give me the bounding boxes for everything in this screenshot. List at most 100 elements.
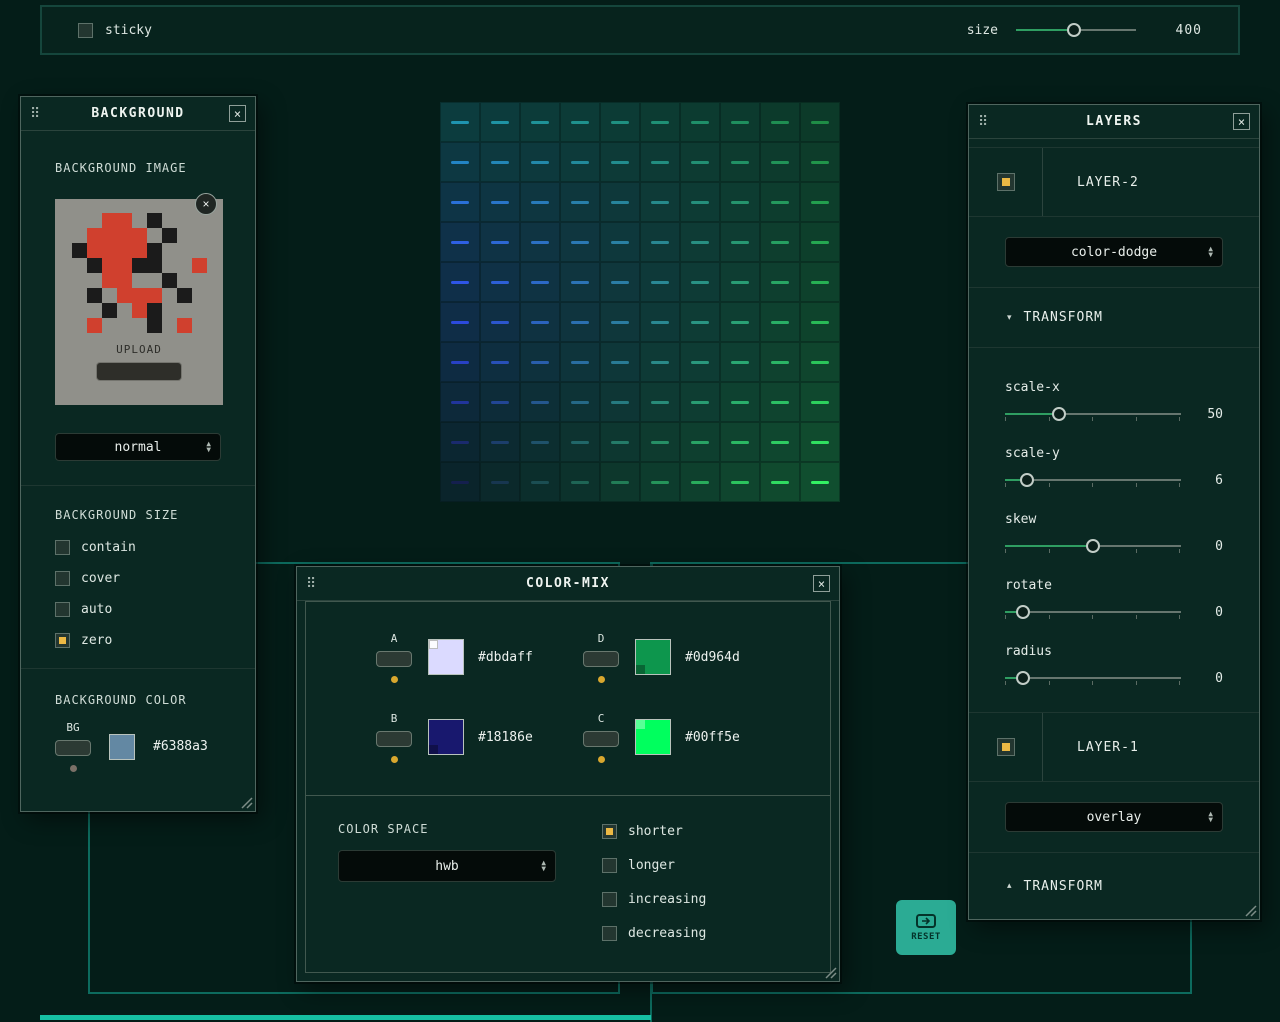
checkbox-icon[interactable] [55, 571, 70, 586]
grid-cell [440, 422, 480, 462]
grid-cell-dash [771, 281, 789, 284]
option-longer[interactable]: longer [602, 858, 706, 873]
grid-cell [480, 422, 520, 462]
checkbox-icon[interactable] [55, 633, 70, 648]
grid-cell [760, 262, 800, 302]
grid-cell [680, 262, 720, 302]
slider-radius[interactable] [1005, 669, 1181, 687]
option-decreasing[interactable]: decreasing [602, 926, 706, 941]
slider-thumb[interactable] [1086, 539, 1100, 553]
slider-thumb[interactable] [1020, 473, 1034, 487]
grid-cell [800, 182, 840, 222]
close-icon[interactable]: × [813, 575, 830, 592]
background-blend-value: normal [115, 440, 162, 455]
grid-cell [720, 302, 760, 342]
layer-2-blend-select[interactable]: color-dodge ▲▼ [1005, 237, 1223, 267]
grid-cell [720, 182, 760, 222]
size-slider[interactable] [1016, 21, 1136, 39]
option-contain[interactable]: contain [55, 540, 221, 555]
grid-cell [440, 262, 480, 302]
option-increasing[interactable]: increasing [602, 892, 706, 907]
layer-2-transform-toggle[interactable]: ▾ TRANSFORM [969, 288, 1259, 347]
checkbox-icon[interactable] [602, 892, 617, 907]
bg-color-swatch[interactable] [109, 734, 135, 760]
slider-label: radius [1005, 644, 1223, 659]
layer-1-transform-toggle[interactable]: ▴ TRANSFORM [969, 853, 1259, 919]
slider-thumb[interactable] [1052, 407, 1066, 421]
reset-button[interactable]: RESET [896, 900, 956, 955]
grid-cell [760, 462, 800, 502]
option-auto[interactable]: auto [55, 602, 221, 617]
color-space-select[interactable]: hwb ▲▼ [338, 850, 556, 882]
slider-ticks [1005, 615, 1179, 620]
layer-2-toggle[interactable] [997, 173, 1015, 191]
slider-scale-y[interactable] [1005, 471, 1181, 489]
checkbox-icon[interactable] [602, 858, 617, 873]
grid-cell-dash [531, 321, 549, 324]
upload-button[interactable] [96, 362, 182, 381]
slider-skew[interactable] [1005, 537, 1181, 555]
option-zero[interactable]: zero [55, 633, 221, 648]
grid-cell [680, 102, 720, 142]
option-cover[interactable]: cover [55, 571, 221, 586]
slot-key: A [391, 632, 398, 645]
drag-handle-icon[interactable]: ⠿ [30, 106, 40, 122]
grid-cell [560, 422, 600, 462]
color-slot-button[interactable] [376, 651, 412, 667]
grid-cell [760, 182, 800, 222]
grid-cell [800, 382, 840, 422]
color-swatch-b[interactable] [428, 719, 464, 755]
color-entry-c: C #00ff5e [583, 712, 790, 762]
slot-key: C [598, 712, 605, 725]
color-swatch-a[interactable] [428, 639, 464, 675]
close-icon[interactable]: × [229, 105, 246, 122]
grid-cell-dash [491, 161, 509, 164]
grid-cell [440, 142, 480, 182]
grid-cell [800, 422, 840, 462]
option-shorter[interactable]: shorter [602, 824, 706, 839]
color-mix-panel: ⠿ COLOR-MIX × A #dbdaff D [296, 566, 840, 982]
bg-slot-button[interactable] [55, 740, 91, 756]
divider [21, 485, 255, 486]
slider-track[interactable] [1005, 611, 1181, 613]
checkbox-icon[interactable] [602, 824, 617, 839]
slider-value: 0 [1189, 539, 1223, 554]
color-slot-button[interactable] [583, 651, 619, 667]
grid-cell [800, 462, 840, 502]
color-slot-button[interactable] [583, 731, 619, 747]
drag-handle-icon[interactable]: ⠿ [978, 114, 988, 130]
layer-1-toggle[interactable] [997, 738, 1015, 756]
grid-cell [440, 222, 480, 262]
resize-handle[interactable] [241, 797, 253, 809]
layer-1-blend-select[interactable]: overlay ▲▼ [1005, 802, 1223, 832]
grid-cell-dash [531, 361, 549, 364]
checkbox-icon[interactable] [55, 540, 70, 555]
color-swatch-d[interactable] [635, 639, 671, 675]
grid-cell [520, 222, 560, 262]
color-slot-button[interactable] [376, 731, 412, 747]
grid-cell [640, 422, 680, 462]
color-hex-d: #0d964d [685, 650, 740, 665]
grid-cell-dash [691, 161, 709, 164]
close-icon[interactable]: × [1233, 113, 1250, 130]
checkbox-icon[interactable] [602, 926, 617, 941]
color-swatch-c[interactable] [635, 719, 671, 755]
grid-cell-dash [451, 361, 469, 364]
slider-scale-x[interactable] [1005, 405, 1181, 423]
checkbox-icon[interactable] [55, 602, 70, 617]
sticky-checkbox[interactable] [78, 23, 93, 38]
grid-cell [480, 102, 520, 142]
drag-handle-icon[interactable]: ⠿ [306, 576, 316, 592]
slider-rotate[interactable] [1005, 603, 1181, 621]
slider-value: 0 [1189, 671, 1223, 686]
remove-image-button[interactable]: × [195, 193, 217, 215]
resize-handle[interactable] [1245, 905, 1257, 917]
background-size-label: BACKGROUND SIZE [55, 508, 221, 522]
grid-cell [520, 302, 560, 342]
background-blend-select[interactable]: normal ▲▼ [55, 433, 221, 461]
slider-thumb[interactable] [1067, 23, 1081, 37]
resize-handle[interactable] [825, 967, 837, 979]
grid-cell-dash [611, 321, 629, 324]
slider-track[interactable] [1005, 677, 1181, 679]
grid-cell [600, 102, 640, 142]
